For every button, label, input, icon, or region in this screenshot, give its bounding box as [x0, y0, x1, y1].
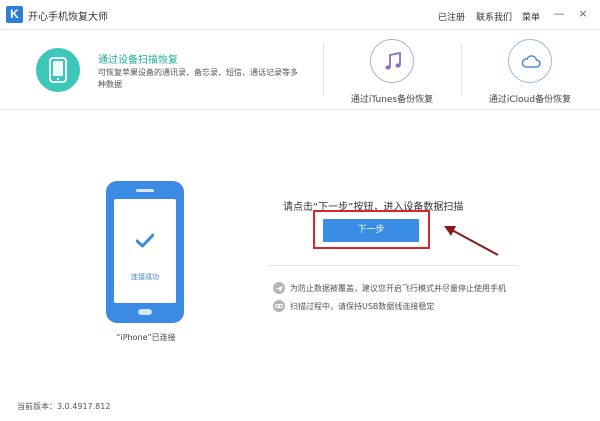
music-note-icon: [385, 51, 401, 70]
icloud-mode-circle: [508, 39, 552, 83]
device-connected-caption: “iPhone”已连接: [116, 333, 176, 342]
icloud-mode-label: 通过iCloud备份恢复: [488, 95, 572, 105]
version-label: 当前版本：3.0.4917.812: [17, 402, 111, 411]
phone-speaker: [136, 189, 154, 192]
title-bar: K 开心手机恢复大师 已注册 联系我们 菜单 — ×: [0, 0, 600, 30]
itunes-mode-circle: [370, 39, 414, 83]
cloud-icon: [521, 55, 541, 68]
device-mode-title: 通过设备扫描恢复: [98, 55, 178, 66]
main-content: 连接成功 “iPhone”已连接 请点击“下一步”按钮，进入设备数据扫描 下一步…: [0, 111, 600, 421]
mode-device-scan[interactable]: 通过设备扫描恢复 可恢复苹果设备的通讯录、备忘录、短信、通话记录等多种数据: [0, 30, 320, 110]
device-mode-circle: [36, 48, 80, 92]
app-logo: K: [6, 6, 23, 23]
menu-menu[interactable]: 菜单: [522, 10, 540, 23]
connection-success-text: 连接成功: [131, 273, 159, 281]
itunes-mode-label: 通过iTunes备份恢复: [350, 95, 434, 105]
next-step-button[interactable]: 下一步: [323, 219, 419, 242]
menu-contact-us[interactable]: 联系我们: [476, 10, 512, 23]
tip-usb-cable: 扫描过程中，请保持USB数据线连接稳定: [273, 300, 573, 314]
airplane-icon: [273, 282, 285, 294]
connected-phone-illustration: 连接成功: [106, 181, 184, 323]
close-button[interactable]: ×: [575, 6, 591, 22]
app-title: 开心手机恢复大师: [28, 12, 108, 23]
device-mode-description: 可恢复苹果设备的通讯录、备忘录、短信、通话记录等多种数据: [98, 68, 298, 89]
mode-itunes-backup[interactable]: 通过iTunes备份恢复: [322, 30, 462, 110]
phone-icon: [49, 57, 67, 83]
link-icon: [273, 300, 285, 312]
tip-text: 为防止数据被覆盖，建议您开启飞行模式并尽量停止使用手机: [290, 284, 506, 293]
minimize-button[interactable]: —: [551, 6, 567, 22]
mode-icloud-backup[interactable]: 通过iCloud备份恢复: [460, 30, 600, 110]
phone-screen: 连接成功: [114, 199, 176, 303]
recovery-mode-bar: 通过设备扫描恢复 可恢复苹果设备的通讯录、备忘录、短信、通话记录等多种数据 通过…: [0, 30, 600, 110]
tips-divider: [268, 265, 518, 266]
tip-text: 扫描过程中，请保持USB数据线连接稳定: [290, 302, 435, 311]
checkmark-icon: [136, 233, 154, 248]
tip-airplane-mode: 为防止数据被覆盖，建议您开启飞行模式并尽量停止使用手机: [273, 282, 573, 296]
menu-registered[interactable]: 已注册: [438, 10, 465, 23]
phone-home-button: [138, 309, 152, 315]
pointer-arrow-icon: [444, 226, 499, 256]
